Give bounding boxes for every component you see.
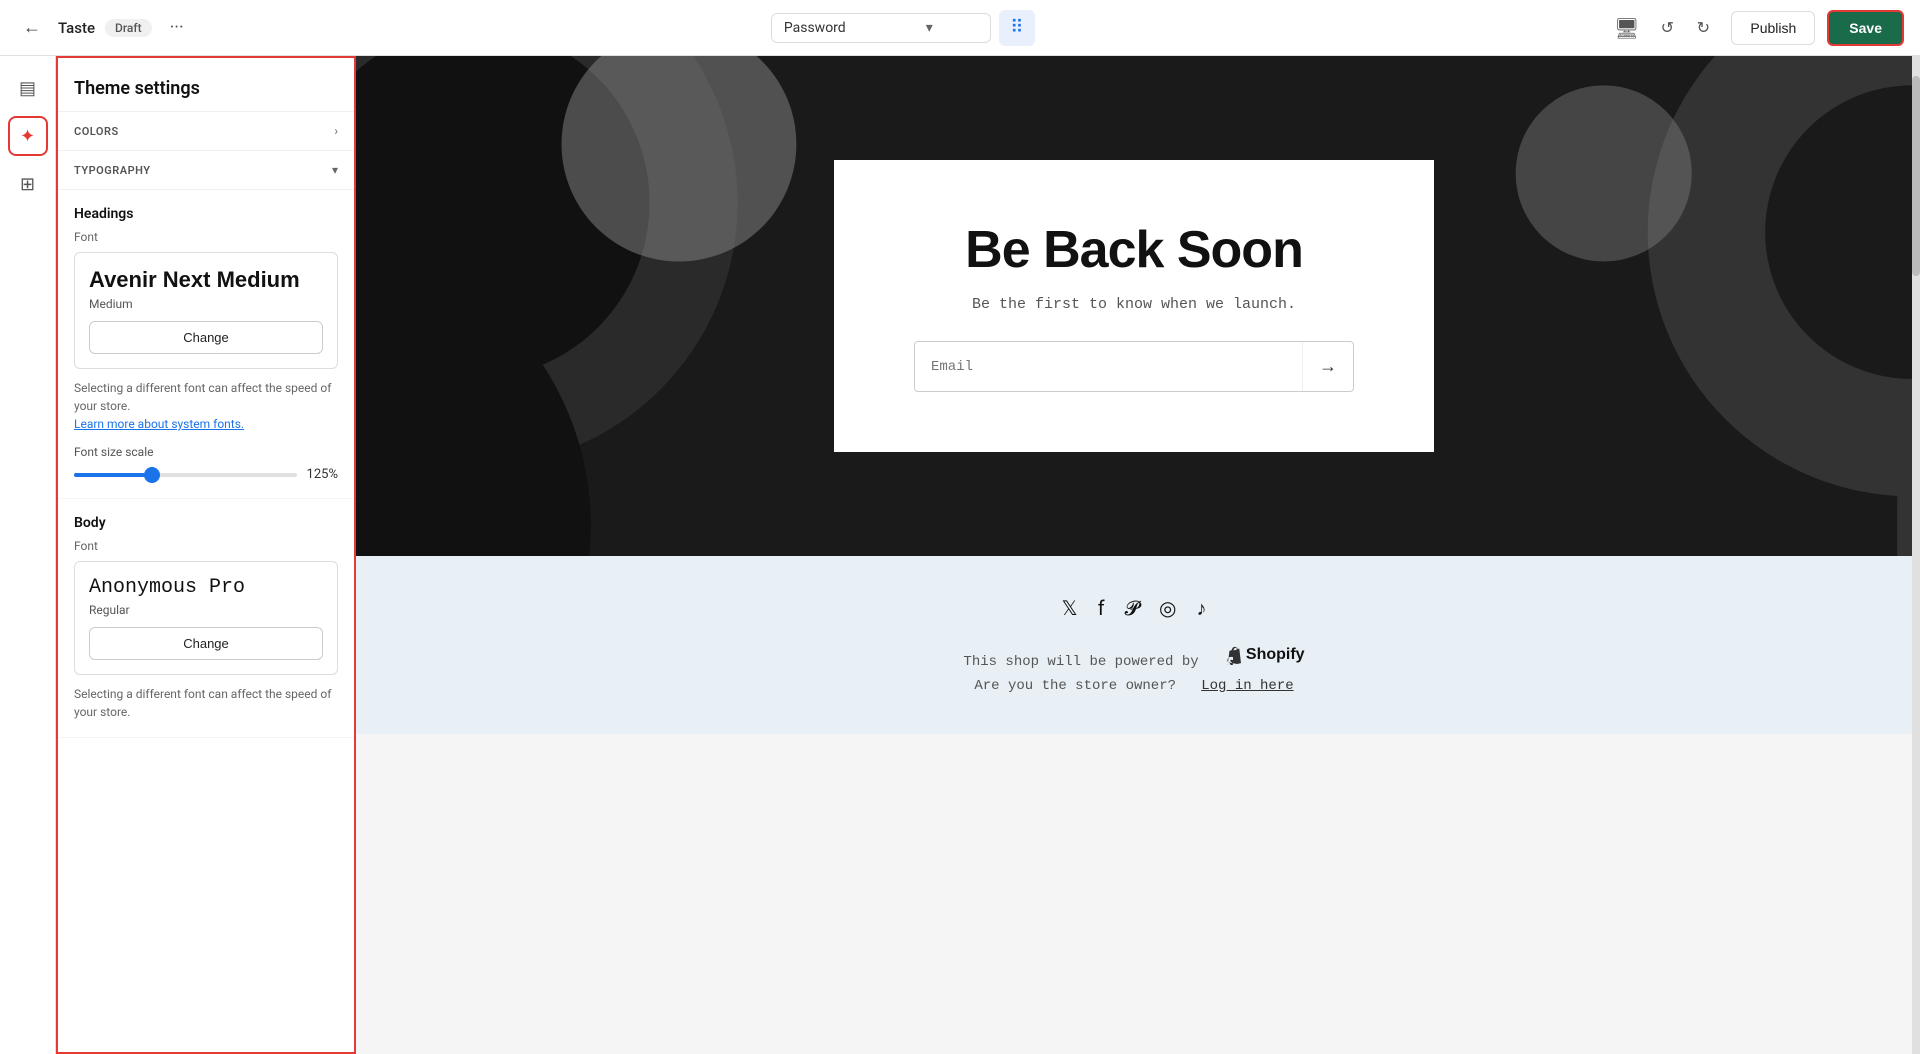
hero-card: Be Back Soon Be the first to know when w… (834, 160, 1434, 452)
save-button[interactable]: Save (1827, 10, 1904, 46)
password-page: Be Back Soon Be the first to know when w… (356, 56, 1912, 1054)
scrollbar[interactable] (1912, 56, 1920, 1054)
instagram-icon[interactable]: ◎ (1159, 596, 1176, 621)
settings-panel: Theme settings COLORS › TYPOGRAPHY ▾ Hea… (56, 56, 356, 1054)
hero-section: Be Back Soon Be the first to know when w… (356, 56, 1912, 556)
publish-button[interactable]: Publish (1731, 11, 1815, 45)
body-font-name: Anonymous Pro (89, 576, 323, 599)
hero-subtitle: Be the first to know when we launch. (914, 296, 1354, 313)
undo-button[interactable]: ↺ (1651, 12, 1683, 44)
page-select-chevron: ▾ (926, 20, 933, 36)
font-size-slider-track[interactable] (74, 473, 297, 477)
email-row: → (914, 341, 1354, 392)
powered-by: This shop will be powered by Shopify (356, 645, 1912, 670)
headings-change-button[interactable]: Change (89, 321, 323, 354)
body-hint: Selecting a different font can affect th… (74, 685, 338, 721)
font-size-section: Font size scale 125% (74, 445, 338, 482)
shopify-logo: Shopify (1224, 645, 1305, 665)
topbar-left: ← Taste Draft ··· (16, 12, 192, 44)
footer-section: 𝕏 f 𝓟 ◎ ♪ This shop will be powered by (356, 556, 1912, 734)
social-icons: 𝕏 f 𝓟 ◎ ♪ (356, 596, 1912, 621)
pinterest-icon[interactable]: 𝓟 (1125, 596, 1139, 621)
headings-font-label: Font (74, 230, 338, 244)
email-arrow[interactable]: → (1302, 342, 1353, 391)
body-subsection: Body Font Anonymous Pro Regular Change S… (58, 499, 354, 738)
draft-badge: Draft (105, 19, 152, 37)
scroll-thumb[interactable] (1912, 76, 1920, 276)
preview-area: Be Back Soon Be the first to know when w… (356, 56, 1920, 1054)
facebook-icon[interactable]: f (1098, 596, 1105, 621)
page-preview: Be Back Soon Be the first to know when w… (356, 56, 1912, 1054)
icon-sidebar: ▤ ✦ ⊞ (0, 56, 56, 1054)
twitter-icon[interactable]: 𝕏 (1062, 596, 1078, 621)
login-link[interactable]: Log in here (1201, 678, 1293, 694)
undo-redo: ↺ ↻ (1651, 12, 1719, 44)
panel-title: Theme settings (58, 58, 354, 112)
body-font-card: Anonymous Pro Regular Change (74, 561, 338, 675)
topbar: ← Taste Draft ··· Password ▾ ⠿ 🖥 ↺ ↻ Pub… (0, 0, 1920, 56)
grid-icon: ⠿ (1010, 17, 1023, 38)
headings-font-name: Avenir Next Medium (89, 267, 323, 293)
sidebar-item-apps[interactable]: ⊞ (8, 164, 48, 204)
body-title: Body (74, 515, 338, 531)
sidebar-item-theme[interactable]: ✦ (8, 116, 48, 156)
hero-title: Be Back Soon (914, 220, 1354, 280)
email-input[interactable] (915, 345, 1302, 389)
colors-label: COLORS (74, 125, 119, 138)
sidebar-item-sections[interactable]: ▤ (8, 68, 48, 108)
headings-title: Headings (74, 206, 338, 222)
back-button[interactable]: ← (16, 12, 48, 44)
theme-icon: ✦ (20, 126, 35, 147)
body-change-button[interactable]: Change (89, 627, 323, 660)
store-owner: Are you the store owner? Log in here (356, 678, 1912, 694)
font-size-value: 125% (307, 467, 338, 482)
redo-button[interactable]: ↻ (1687, 12, 1719, 44)
font-size-slider-fill (74, 473, 152, 477)
body-font-label: Font (74, 539, 338, 553)
page-select[interactable]: Password ▾ (771, 13, 991, 43)
typography-section-header[interactable]: TYPOGRAPHY ▾ (58, 151, 354, 190)
page-select-label: Password (784, 20, 846, 36)
headings-hint-link[interactable]: Learn more about system fonts. (74, 417, 244, 431)
main: ▤ ✦ ⊞ Theme settings COLORS › TYPOGRAPHY… (0, 56, 1920, 1054)
tiktok-icon[interactable]: ♪ (1196, 596, 1206, 621)
grid-icon-button[interactable]: ⠿ (999, 10, 1035, 46)
sections-icon: ▤ (19, 78, 36, 99)
topbar-right: 🖥 ↺ ↻ Publish Save (1614, 10, 1904, 46)
typography-label: TYPOGRAPHY (74, 164, 151, 177)
desktop-icon[interactable]: 🖥 (1614, 16, 1639, 40)
store-name: Taste (58, 19, 95, 37)
font-size-label: Font size scale (74, 445, 338, 459)
headings-font-card: Avenir Next Medium Medium Change (74, 252, 338, 369)
colors-section-header[interactable]: COLORS › (58, 112, 354, 151)
topbar-center: Password ▾ ⠿ (204, 10, 1602, 46)
headings-font-weight: Medium (89, 297, 323, 311)
typography-arrow: ▾ (332, 163, 338, 177)
font-size-slider-thumb[interactable] (144, 467, 160, 483)
apps-icon: ⊞ (20, 174, 35, 195)
headings-hint: Selecting a different font can affect th… (74, 379, 338, 433)
colors-arrow: › (334, 124, 338, 138)
body-font-weight: Regular (89, 603, 323, 617)
more-button[interactable]: ··· (162, 13, 192, 42)
headings-subsection: Headings Font Avenir Next Medium Medium … (58, 190, 354, 499)
font-size-slider-row: 125% (74, 467, 338, 482)
